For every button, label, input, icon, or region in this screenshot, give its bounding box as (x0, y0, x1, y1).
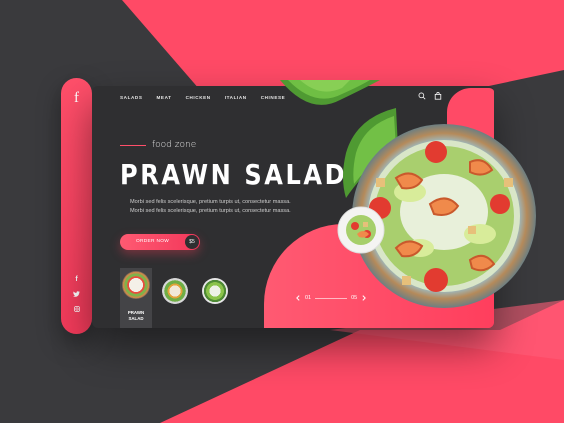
pager-current: 01 (305, 295, 312, 301)
instagram-icon[interactable] (61, 306, 92, 314)
top-nav: SALADS MEAT CHICKEN ITALIAN CHINESE (120, 95, 285, 100)
tagline: food zone (120, 140, 196, 150)
nav-item-salads[interactable]: SALADS (120, 95, 143, 100)
nav-item-meat[interactable]: MEAT (157, 95, 172, 100)
pager-track (315, 297, 348, 299)
description: Morbi sed felis scelerisque, pretium tur… (130, 199, 291, 214)
thumbnail-salad-3[interactable] (202, 278, 228, 304)
price-badge: $5 (185, 235, 199, 249)
order-now-label: ORDER NOW (136, 239, 170, 244)
tagline-text: food zone (152, 140, 197, 150)
order-now-button[interactable]: ORDER NOW $5 (120, 234, 200, 250)
header-icons (418, 92, 442, 100)
thumbnail-salad-2[interactable] (162, 278, 188, 304)
side-plate-image (337, 206, 385, 254)
nav-item-chicken[interactable]: CHICKEN (186, 95, 211, 100)
twitter-icon[interactable] (61, 291, 92, 299)
side-rail: f f (61, 78, 92, 334)
search-icon[interactable] (418, 92, 426, 100)
page-title: PRAWN SALAD (120, 158, 348, 191)
facebook-icon[interactable]: f (61, 276, 92, 283)
nav-item-italian[interactable]: ITALIAN (225, 95, 247, 100)
shopping-bag-icon[interactable] (434, 92, 442, 100)
chevron-left-icon[interactable] (295, 295, 301, 301)
thumbnail-label: PRAWN SALAD (127, 310, 145, 321)
thumbnail-prawn-salad[interactable] (122, 271, 150, 299)
brand-logo[interactable]: f (61, 90, 92, 107)
tagline-divider (120, 144, 146, 146)
